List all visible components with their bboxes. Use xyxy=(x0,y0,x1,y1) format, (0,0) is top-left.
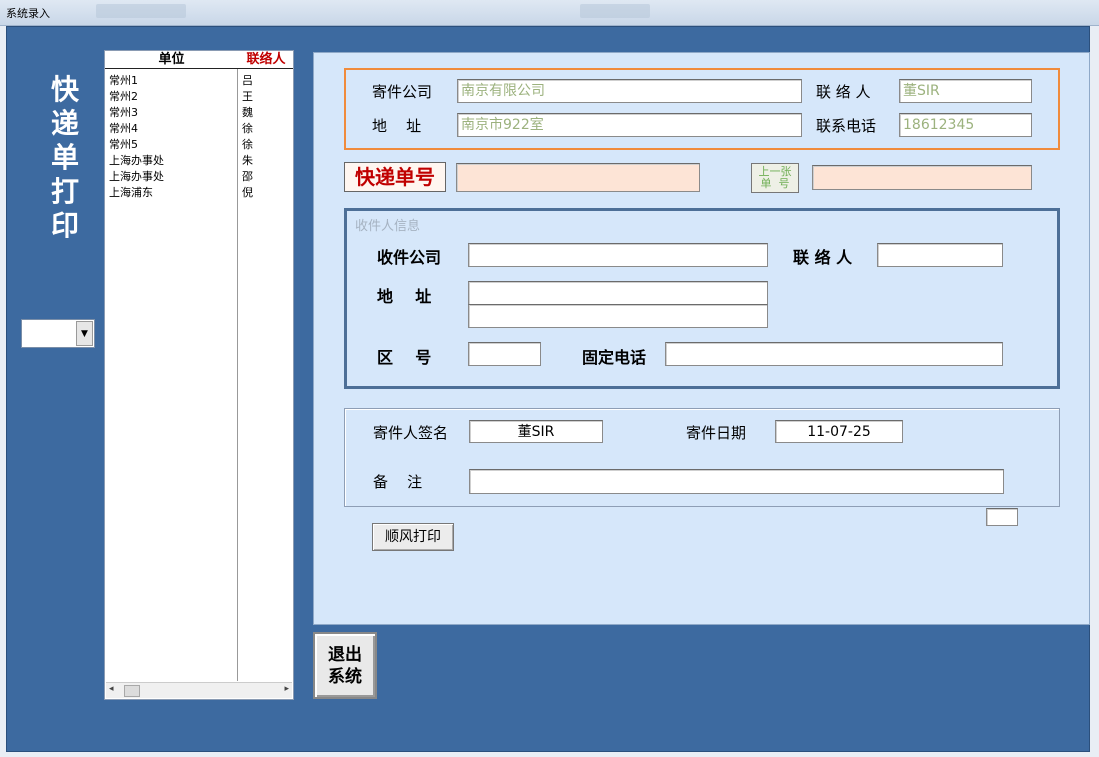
side-title-char: 打 xyxy=(50,175,79,208)
signer-field[interactable]: 董SIR xyxy=(469,420,603,443)
form-panel: 寄件公司 南京有限公司 联 络 人 董SIR 地 址 南京市922室 联系电话 … xyxy=(313,52,1090,625)
exit-system-button[interactable]: 退出 系统 xyxy=(313,632,377,699)
side-title-char: 快 xyxy=(50,73,79,106)
list-item[interactable]: 上海办事处 朱 xyxy=(105,153,293,169)
previous-tracking-button[interactable]: 上一张 单 号 xyxy=(751,163,799,193)
list-item-unit: 上海办事处 xyxy=(109,154,164,167)
list-item-contact: 吕 xyxy=(242,74,253,87)
side-title-char: 印 xyxy=(50,209,79,242)
previous-tracking-label-line2: 单 号 xyxy=(760,177,790,190)
scrollbar-thumb[interactable] xyxy=(124,685,140,697)
receiver-address-line1-field[interactable] xyxy=(468,281,768,305)
list-item[interactable]: 常州5 徐 xyxy=(105,137,293,153)
list-item-unit: 常州1 xyxy=(109,74,138,87)
receiver-area-code-field[interactable] xyxy=(468,342,541,366)
receiver-contact-field[interactable] xyxy=(877,243,1003,267)
sender-phone-label: 联系电话 xyxy=(816,117,877,135)
sender-contact-field[interactable]: 董SIR xyxy=(899,79,1032,103)
window-titlebar: 系统录入 xyxy=(0,0,1099,26)
signature-section: 寄件人签名 董SIR 寄件日期 11-07-25 备 注 xyxy=(344,408,1060,507)
sf-print-button[interactable]: 顺风打印 xyxy=(372,523,454,551)
list-header-contact[interactable]: 联络人 xyxy=(239,51,293,69)
list-item-unit: 常州2 xyxy=(109,90,138,103)
scroll-left-icon[interactable]: ◂ xyxy=(109,684,114,694)
sender-contact-label: 联 络 人 xyxy=(816,83,871,101)
list-item[interactable]: 常州4 徐 xyxy=(105,121,293,137)
signer-label: 寄件人签名 xyxy=(373,424,449,442)
list-item[interactable]: 常州1 吕 xyxy=(105,73,293,89)
list-item-unit: 上海浦东 xyxy=(109,186,153,199)
list-item-unit: 常州3 xyxy=(109,106,138,119)
receiver-address-label: 地 址 xyxy=(377,287,432,306)
tracking-number-label: 快递单号 xyxy=(344,162,446,192)
list-rows: 常州1 吕 常州2 王 常州3 魏 常州4 徐 常州5 徐 上海办事处朱 上海办事处邵 上… xyxy=(105,73,293,201)
sender-address-label: 地 址 xyxy=(372,117,422,135)
receiver-phone-label: 固定电话 xyxy=(582,348,647,367)
list-item-unit: 上海办事处 xyxy=(109,170,164,183)
list-item-unit: 常州4 xyxy=(109,122,138,135)
contact-list[interactable]: 单位 联络人 常州1 吕 常州2 王 常州3 魏 常州4 徐 常州5 徐 上海办事处 朱 上… xyxy=(104,50,294,700)
exit-button-label-line1: 退出 xyxy=(328,645,362,665)
sender-company-label: 寄件公司 xyxy=(372,83,433,101)
list-item[interactable]: 上海办事处 邵 xyxy=(105,169,293,185)
remark-field[interactable] xyxy=(469,469,1004,494)
exit-button-label-line2: 系统 xyxy=(328,667,362,687)
chevron-down-icon[interactable]: ▼ xyxy=(76,321,93,346)
list-item-contact: 王 xyxy=(242,90,253,103)
sender-address-field[interactable]: 南京市922室 xyxy=(457,113,802,137)
receiver-phone-field[interactable] xyxy=(665,342,1003,366)
small-value-box[interactable] xyxy=(986,508,1018,526)
list-item-contact: 邵 xyxy=(242,170,253,183)
titlebar-background-shadow xyxy=(96,4,186,18)
sender-company-field[interactable]: 南京有限公司 xyxy=(457,79,802,103)
list-item-contact: 徐 xyxy=(242,138,253,151)
window-title: 系统录入 xyxy=(6,7,50,20)
receiver-section: 收件人信息 收件公司 联 络 人 地 址 区 号 固定电话 xyxy=(344,208,1060,389)
sender-phone-field[interactable]: 18612345 xyxy=(899,113,1032,137)
receiver-area-code-label: 区 号 xyxy=(377,348,432,367)
receiver-company-label: 收件公司 xyxy=(377,248,442,267)
receiver-legend: 收件人信息 xyxy=(355,219,421,234)
side-title-char: 递 xyxy=(50,107,79,140)
send-date-label: 寄件日期 xyxy=(686,424,747,442)
list-item-contact: 徐 xyxy=(242,122,253,135)
side-title-char: 单 xyxy=(50,141,79,174)
sender-section: 寄件公司 南京有限公司 联 络 人 董SIR 地 址 南京市922室 联系电话 … xyxy=(344,68,1060,150)
titlebar-background-shadow xyxy=(580,4,650,18)
list-item-contact: 朱 xyxy=(242,154,253,167)
list-header-unit[interactable]: 单位 xyxy=(105,51,238,69)
list-item[interactable]: 上海浦东 倪 xyxy=(105,185,293,201)
list-item-contact: 魏 xyxy=(242,106,253,119)
list-header: 单位 联络人 xyxy=(105,51,293,69)
main-frame: 快 递 单 打 印 ▼ 单位 联络人 常州1 吕 常州2 王 常州3 魏 常州4 徐 常… xyxy=(6,26,1090,752)
remark-label: 备 注 xyxy=(373,473,423,491)
receiver-contact-label: 联 络 人 xyxy=(793,248,853,267)
scroll-right-icon[interactable]: ▸ xyxy=(284,684,289,694)
side-combo-box[interactable]: ▼ xyxy=(21,319,95,348)
list-item-unit: 常州5 xyxy=(109,138,138,151)
previous-tracking-field[interactable] xyxy=(812,165,1032,190)
list-item[interactable]: 常州2 王 xyxy=(105,89,293,105)
list-item[interactable]: 常州3 魏 xyxy=(105,105,293,121)
receiver-address-line2-field[interactable] xyxy=(468,304,768,328)
list-item-contact: 倪 xyxy=(242,186,253,199)
list-horizontal-scrollbar[interactable]: ◂ ▸ xyxy=(106,682,292,698)
send-date-field[interactable]: 11-07-25 xyxy=(775,420,903,443)
side-title: 快 递 单 打 印 xyxy=(47,73,83,243)
tracking-number-field[interactable] xyxy=(456,163,700,192)
receiver-company-field[interactable] xyxy=(468,243,768,267)
